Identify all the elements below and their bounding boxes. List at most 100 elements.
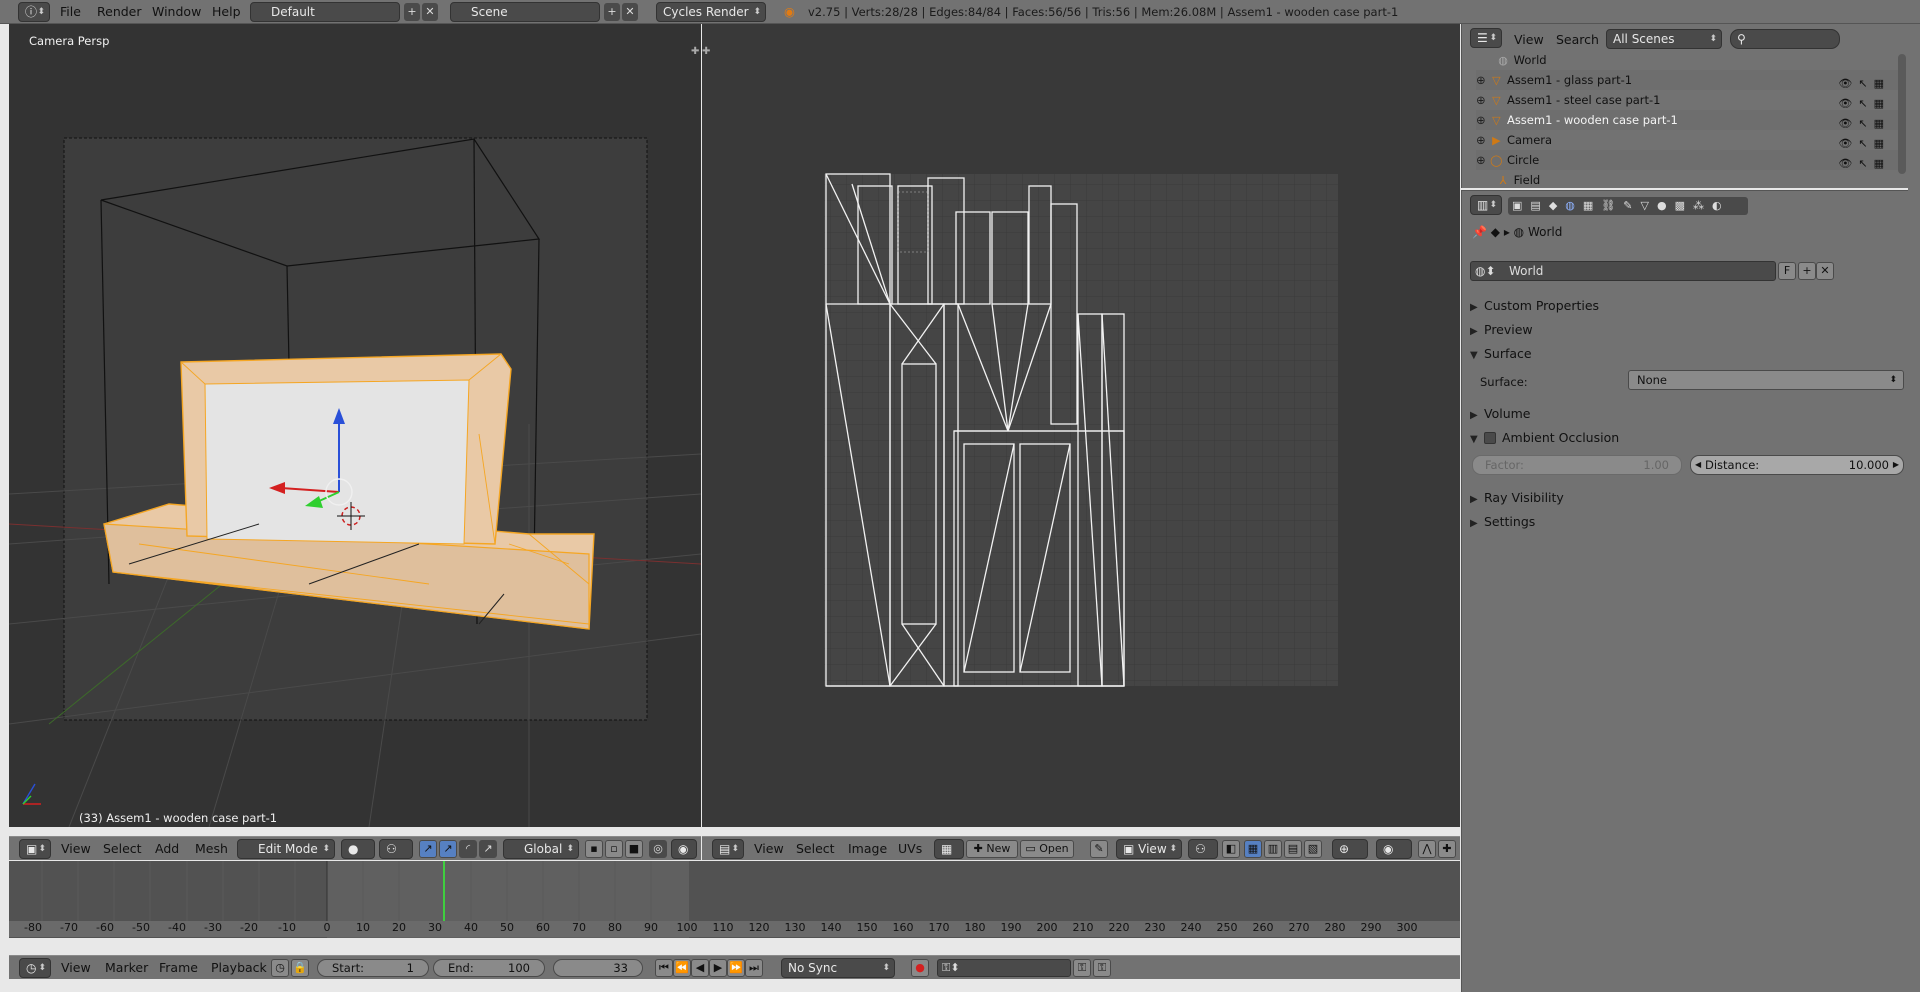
outliner-item-steel-case-part[interactable]: ⊕ ▽ Assem1 - steel case part-1 👁↖▦: [1476, 90, 1898, 110]
editor-type-info-button[interactable]: ⓘ ⬍: [18, 2, 50, 22]
menu-render[interactable]: Render: [97, 0, 142, 24]
editor-type-timeline-button[interactable]: ◷ ⬍: [19, 958, 51, 978]
menu-help[interactable]: Help: [212, 0, 241, 24]
panel-settings[interactable]: ▶ Settings: [1470, 511, 1910, 533]
fake-user-button[interactable]: F: [1778, 262, 1796, 280]
proportional-edit-selector[interactable]: ◉: [671, 839, 697, 859]
editor-type-properties-button[interactable]: ▥ ⬍: [1470, 195, 1502, 215]
scale-manipulator-button[interactable]: ↗: [479, 840, 497, 858]
render-engine-selector[interactable]: Cycles Render ⬍: [656, 2, 766, 22]
uv-edge-select-button[interactable]: ▥: [1264, 840, 1282, 858]
ao-factor-field[interactable]: Factor: 1.00: [1472, 455, 1682, 475]
texture-tab-icon[interactable]: ▩: [1675, 199, 1693, 212]
current-frame-field[interactable]: 33: [553, 959, 643, 977]
scene-tab-icon[interactable]: ◆: [1549, 199, 1565, 212]
editor-type-uv-button[interactable]: ▤ ⬍: [712, 839, 744, 859]
uv-view-mode-selector[interactable]: ▣ View ⬍: [1116, 839, 1182, 859]
expand-icon[interactable]: ⊕: [1476, 133, 1486, 147]
menu-uv-uvs[interactable]: UVs: [898, 837, 922, 861]
outliner-item-glass-part[interactable]: ⊕ ▽ Assem1 - glass part-1 👁↖▦: [1476, 70, 1898, 90]
uv-image-editor[interactable]: ✚: [702, 24, 1460, 827]
open-image-button[interactable]: ▭ Open: [1020, 840, 1074, 858]
insert-keyframe-button[interactable]: ⚿: [1073, 959, 1091, 977]
outliner-item-world[interactable]: ◍ World: [1496, 50, 1918, 70]
menu-outliner-search[interactable]: Search: [1556, 28, 1599, 52]
surface-shader-selector[interactable]: None ⬍: [1628, 370, 1904, 390]
decrement-arrow-icon[interactable]: ◀: [1695, 456, 1701, 474]
jump-to-start-button[interactable]: ⏮: [655, 959, 673, 977]
uv-pivot-selector[interactable]: ⚇: [1188, 839, 1218, 859]
world-browse-icon[interactable]: ◍⬍: [1475, 262, 1496, 280]
start-frame-field[interactable]: Start: 1: [317, 959, 429, 977]
menu-3d-add[interactable]: Add: [155, 837, 179, 861]
area-split-corner-icon[interactable]: ✚: [702, 46, 710, 57]
world-datablock-field[interactable]: ◍⬍ World: [1470, 261, 1776, 281]
uv-vertex-select-button[interactable]: ▦: [1244, 840, 1262, 858]
sync-mode-selector[interactable]: No Sync ⬍: [781, 958, 895, 978]
data-tab-icon[interactable]: ▽: [1640, 199, 1656, 212]
menu-timeline-frame[interactable]: Frame: [159, 956, 198, 980]
outliner-search-input[interactable]: ⚲: [1730, 29, 1840, 49]
expand-icon[interactable]: ⊕: [1476, 93, 1486, 107]
uv-snap-target-button[interactable]: ✚: [1438, 840, 1456, 858]
constraints-tab-icon[interactable]: ⛓: [1601, 199, 1623, 212]
keying-set-field[interactable]: ⚿⬍: [937, 959, 1071, 977]
object-tab-icon[interactable]: ▦: [1583, 199, 1601, 212]
play-reverse-button[interactable]: ◀: [691, 959, 709, 977]
expand-icon[interactable]: ⊕: [1476, 113, 1486, 127]
add-layout-button[interactable]: +: [404, 3, 420, 21]
viewport-shading-selector[interactable]: ●: [341, 839, 375, 859]
expand-icon[interactable]: ⊕: [1476, 153, 1486, 167]
unlink-world-button[interactable]: ✕: [1816, 262, 1834, 280]
render-layers-tab-icon[interactable]: ▤: [1530, 199, 1548, 212]
menu-outliner-view[interactable]: View: [1514, 28, 1544, 52]
scene-selector[interactable]: Scene: [450, 2, 600, 22]
outliner-item-circle[interactable]: ⊕ ◯ Circle 👁↖▦: [1476, 150, 1898, 170]
ao-distance-field[interactable]: ◀ Distance: 10.000 ▶: [1690, 455, 1904, 475]
increment-arrow-icon[interactable]: ▶: [1893, 456, 1899, 474]
menu-3d-select[interactable]: Select: [103, 837, 142, 861]
menu-file[interactable]: File: [60, 0, 81, 24]
jump-to-previous-keyframe-button[interactable]: ⏪: [673, 959, 691, 977]
lock-time-cursor-button[interactable]: 🔒: [291, 959, 309, 977]
menu-uv-view[interactable]: View: [754, 837, 784, 861]
occlude-geometry-button[interactable]: ◎: [649, 840, 667, 858]
uv-snap-button[interactable]: ⋀: [1418, 840, 1436, 858]
transform-orientation-selector[interactable]: Global ⬍: [503, 839, 579, 859]
editor-type-outliner-button[interactable]: ☰ ⬍: [1470, 28, 1502, 48]
menu-window[interactable]: Window: [152, 0, 201, 24]
outliner-item-wooden-case-part[interactable]: ⊕ ▽ Assem1 - wooden case part-1 👁↖▦: [1476, 110, 1898, 130]
panel-preview[interactable]: ▶ Preview: [1470, 319, 1910, 341]
play-button[interactable]: ▶: [709, 959, 727, 977]
new-world-button[interactable]: +: [1798, 262, 1816, 280]
remove-scene-button[interactable]: ✕: [622, 3, 638, 21]
uv-island-select-button[interactable]: ▧: [1304, 840, 1322, 858]
menu-timeline-playback[interactable]: Playback: [211, 956, 267, 980]
menu-uv-image[interactable]: Image: [848, 837, 887, 861]
menu-timeline-view[interactable]: View: [61, 956, 91, 980]
add-scene-button[interactable]: +: [604, 3, 620, 21]
menu-uv-select[interactable]: Select: [796, 837, 835, 861]
panel-surface[interactable]: ▼ Surface: [1470, 343, 1910, 365]
panel-ray-visibility[interactable]: ▶ Ray Visibility: [1470, 487, 1910, 509]
preview-range-button[interactable]: ◷: [271, 959, 289, 977]
jump-to-next-keyframe-button[interactable]: ⏩: [727, 959, 745, 977]
face-select-button[interactable]: ■: [625, 840, 643, 858]
physics-tab-icon[interactable]: ◐: [1712, 199, 1730, 212]
uv-proportional-selector[interactable]: ◉: [1376, 839, 1412, 859]
expand-icon[interactable]: ⊕: [1476, 73, 1486, 87]
outliner-item-field[interactable]: ⅄ Field: [1496, 170, 1918, 188]
area-split-corner-icon[interactable]: ✚: [691, 46, 699, 57]
vertex-select-button[interactable]: ▪: [585, 840, 603, 858]
uv-face-select-button[interactable]: ▤: [1284, 840, 1302, 858]
timeline-ruler[interactable]: -80 -70 -60 -50 -40 -30 -20 -10 0 10 20 …: [9, 921, 1460, 937]
layout-selector[interactable]: Default: [250, 2, 400, 22]
edge-select-button[interactable]: ▫: [605, 840, 623, 858]
pin-image-button[interactable]: ✎: [1090, 840, 1108, 858]
modifiers-tab-icon[interactable]: ✎: [1623, 199, 1640, 212]
outliner-display-mode-selector[interactable]: All Scenes ⬍: [1606, 29, 1722, 49]
render-tab-icon[interactable]: ▣: [1512, 199, 1530, 212]
panel-custom-properties[interactable]: ▶ Custom Properties: [1470, 295, 1910, 317]
world-tab-icon[interactable]: ◍: [1565, 199, 1583, 212]
end-frame-field[interactable]: End: 100: [433, 959, 545, 977]
